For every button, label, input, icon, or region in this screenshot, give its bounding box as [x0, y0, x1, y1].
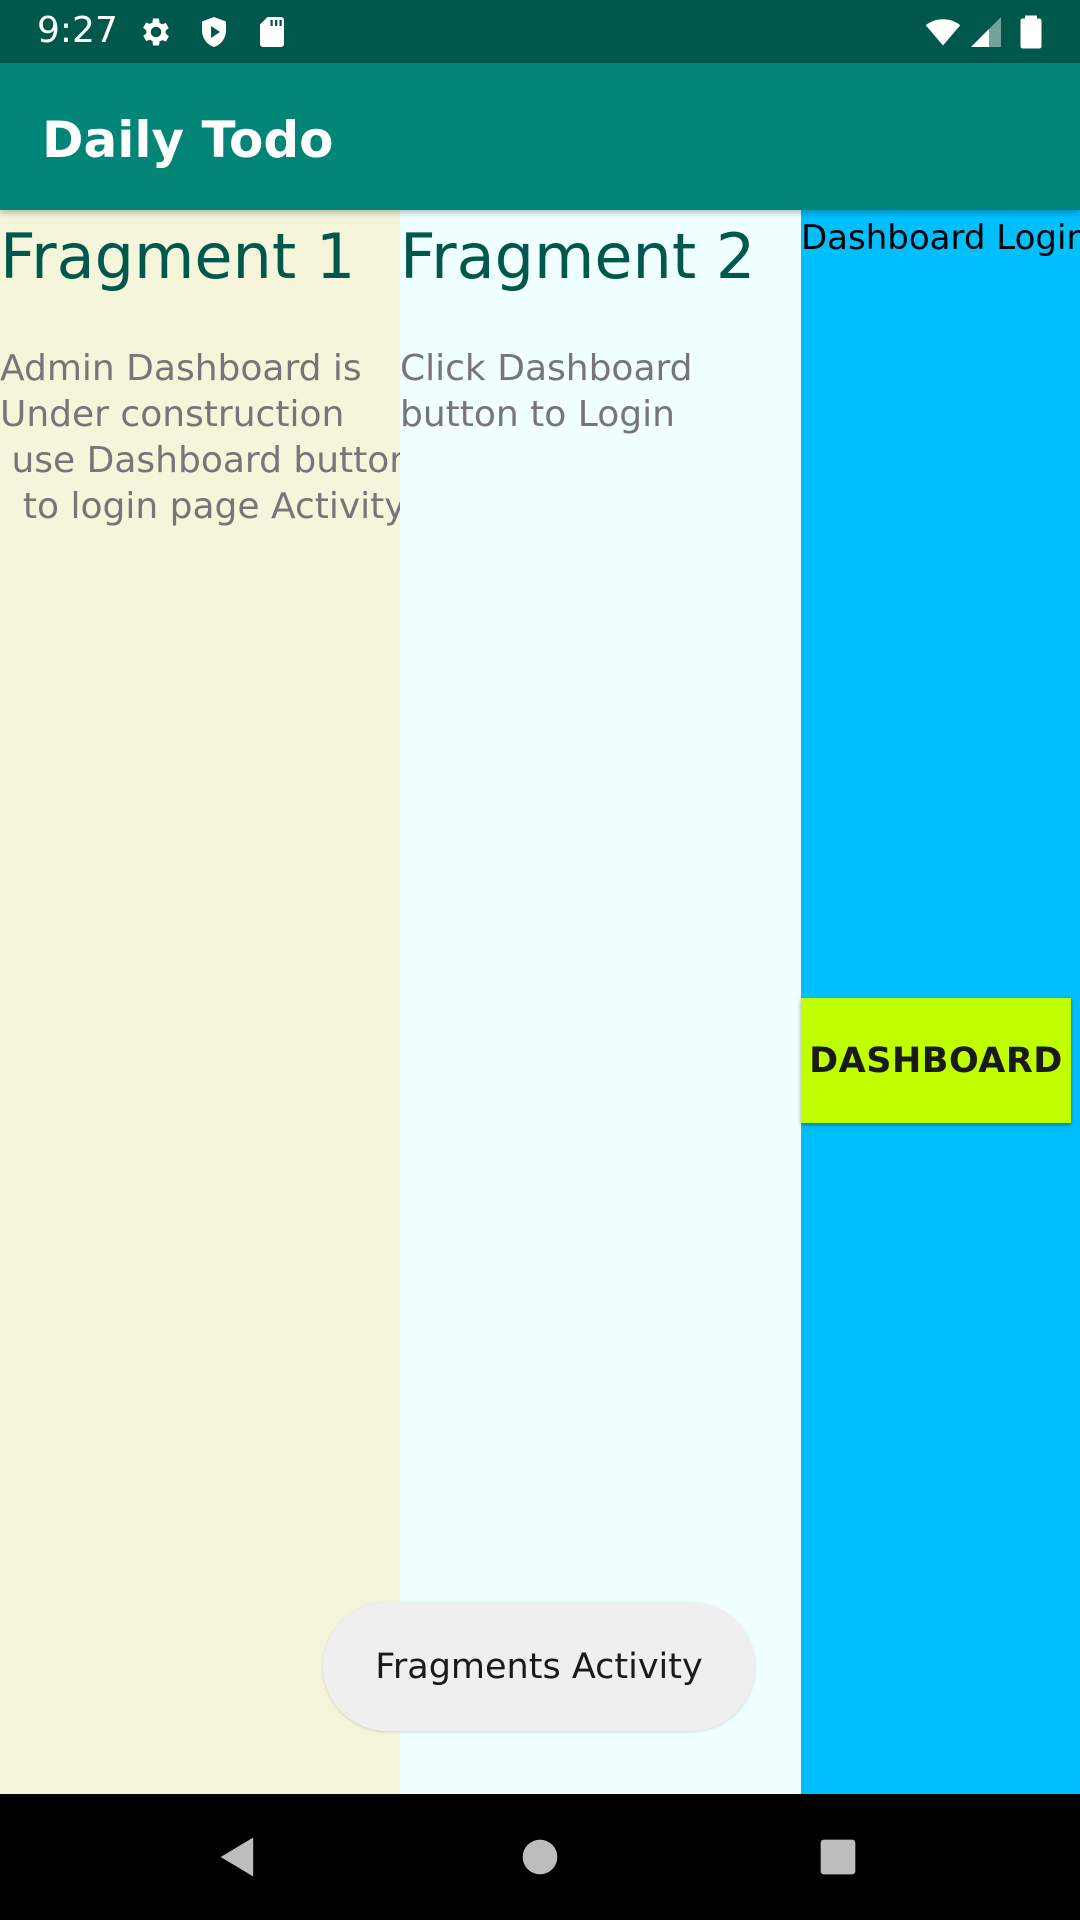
sd-card-icon: [254, 14, 290, 50]
wifi-icon: [922, 14, 964, 50]
status-time: 9:27: [37, 10, 118, 51]
dashboard-button[interactable]: DASHBOARD: [801, 998, 1071, 1123]
fragment-1-body: Admin Dashboard is Under construction us…: [0, 348, 413, 527]
back-icon[interactable]: [212, 1831, 264, 1883]
app-title: Daily Todo: [42, 111, 334, 169]
fragments-container: Fragment 1 Admin Dashboard is Under cons…: [0, 210, 1080, 1794]
shield-icon: [196, 14, 232, 50]
fragment-2-title: Fragment 2: [400, 220, 756, 293]
dashboard-login-panel: Dashboard Login DASHBOARD: [801, 210, 1080, 1794]
fragment-2-panel: Fragment 2 Click Dashboard button to Log…: [400, 210, 801, 1794]
fragment-1-title: Fragment 1: [0, 220, 356, 293]
status-bar: 9:27: [0, 0, 1080, 63]
battery-icon: [1013, 14, 1049, 50]
cell-signal-icon: [968, 14, 1004, 50]
dashboard-login-title: Dashboard Login: [801, 218, 1080, 258]
navigation-bar: [0, 1794, 1080, 1920]
app-bar: Daily Todo: [0, 63, 1080, 210]
home-icon[interactable]: [514, 1831, 566, 1883]
fragment-1-panel: Fragment 1 Admin Dashboard is Under cons…: [0, 210, 412, 1794]
fragment-2-body: Click Dashboard button to Login: [400, 348, 693, 435]
gear-icon: [138, 14, 174, 50]
recents-icon[interactable]: [812, 1831, 864, 1883]
toast-message: Fragments Activity: [323, 1602, 755, 1731]
